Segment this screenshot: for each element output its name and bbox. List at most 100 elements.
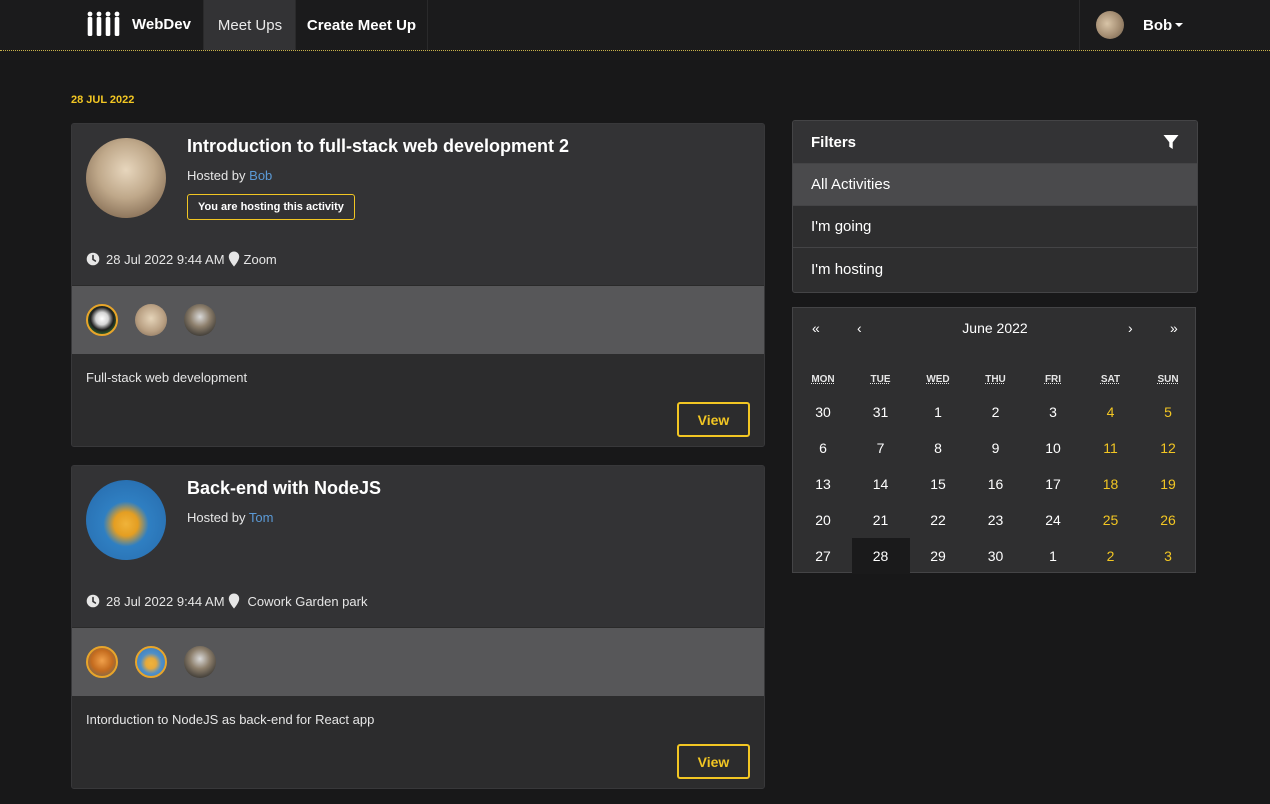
calendar-day[interactable]: 3	[1139, 538, 1197, 574]
filter-all-activities[interactable]: All Activities	[793, 164, 1197, 206]
clock-icon	[86, 594, 100, 608]
calendar-navigation: June 2022 « ‹ › »	[793, 320, 1197, 342]
calendar-day[interactable]: 20	[794, 502, 852, 538]
top-navbar: WebDev Meet Ups Create Meet Up Bob	[0, 0, 1270, 51]
calendar-day[interactable]: 2	[967, 394, 1025, 430]
calendar-day[interactable]: 7	[852, 430, 910, 466]
host-link[interactable]: Tom	[249, 510, 274, 525]
caret-down-icon	[1175, 23, 1184, 27]
calendar-day[interactable]: 3	[1024, 394, 1082, 430]
activity-datetime: 28 Jul 2022 9:44 AM	[106, 251, 225, 267]
calendar-day[interactable]: 17	[1024, 466, 1082, 502]
activity-meta: 28 Jul 2022 9:44 AM Zoom	[86, 251, 277, 267]
calendar-day[interactable]: 16	[967, 466, 1025, 502]
weekday-label: THU	[985, 374, 1006, 385]
avatar	[1096, 11, 1124, 39]
prev-month-button[interactable]: ‹	[857, 320, 862, 336]
filters-header: Filters	[793, 121, 1197, 164]
calendar-day[interactable]: 5	[1139, 394, 1197, 430]
clock-icon	[86, 252, 100, 266]
activity-card: Back-end with NodeJS Hosted by Tom 28 Ju…	[71, 465, 765, 789]
calendar-month-label[interactable]: June 2022	[793, 320, 1197, 336]
filter-im-going[interactable]: I'm going	[793, 206, 1197, 248]
calendar-day[interactable]: 1	[1024, 538, 1082, 574]
activity-datetime: 28 Jul 2022 9:44 AM	[106, 593, 225, 609]
calendar-day[interactable]: 14	[852, 466, 910, 502]
calendar-day[interactable]: 23	[967, 502, 1025, 538]
calendar-day[interactable]: 22	[909, 502, 967, 538]
calendar-day[interactable]: 1	[909, 394, 967, 430]
map-marker-icon	[228, 251, 239, 267]
attendee-avatar[interactable]	[135, 304, 167, 336]
calendar-day[interactable]: 21	[852, 502, 910, 538]
view-button[interactable]: View	[677, 744, 750, 779]
calendar-day[interactable]: 9	[967, 430, 1025, 466]
activity-venue: Zoom	[243, 251, 277, 267]
calendar-day[interactable]: 31	[852, 394, 910, 430]
calendar-day[interactable]: 10	[1024, 430, 1082, 466]
weekday-label: FRI	[1044, 374, 1062, 385]
activity-title[interactable]: Introduction to full-stack web developme…	[187, 136, 569, 157]
map-marker-icon	[228, 593, 239, 609]
calendar-day[interactable]: 27	[794, 538, 852, 574]
host-avatar	[86, 138, 166, 218]
weekday-label: TUE	[870, 374, 891, 385]
activity-description: Intorduction to NodeJS as back-end for R…	[86, 712, 375, 727]
hosted-by-label: Hosted by	[187, 168, 250, 183]
date-group-header: 28 JUL 2022	[71, 94, 135, 106]
filter-im-hosting[interactable]: I'm hosting	[793, 248, 1197, 290]
weekday-label: SUN	[1157, 374, 1179, 385]
calendar-day[interactable]: 18	[1082, 466, 1140, 502]
calendar-day[interactable]: 30	[794, 394, 852, 430]
attendee-avatar[interactable]	[86, 646, 118, 678]
calendar: June 2022 « ‹ › » MON TUE WED THU FRI SAT SUN 3…	[792, 307, 1197, 574]
activity-card: Introduction to full-stack web developme…	[71, 123, 765, 447]
nav-meetups[interactable]: Meet Ups	[203, 0, 296, 50]
calendar-day[interactable]: 26	[1139, 502, 1197, 538]
weekday-label: SAT	[1100, 374, 1121, 385]
hosted-by-label: Hosted by	[187, 510, 249, 525]
calendar-day[interactable]: 28	[851, 538, 910, 574]
attendee-avatar[interactable]	[135, 646, 167, 678]
next-month-button[interactable]: ›	[1128, 320, 1133, 336]
filters-title: Filters	[811, 133, 857, 151]
attendee-avatar[interactable]	[86, 304, 118, 336]
host-link[interactable]: Bob	[249, 168, 272, 183]
activity-venue: Cowork Garden park	[247, 593, 368, 609]
host-avatar	[86, 480, 166, 560]
activity-title[interactable]: Back-end with NodeJS	[187, 478, 381, 499]
user-menu[interactable]: Bob	[1079, 0, 1200, 50]
calendar-day[interactable]: 15	[909, 466, 967, 502]
calendar-day[interactable]: 4	[1082, 394, 1140, 430]
attendees-list	[72, 286, 764, 354]
calendar-day[interactable]: 29	[909, 538, 967, 574]
prev-year-button[interactable]: «	[812, 320, 820, 336]
calendar-day[interactable]: 11	[1082, 430, 1140, 466]
weekday-label: MON	[811, 374, 835, 385]
attendee-avatar[interactable]	[184, 646, 216, 678]
nav-create-meetup[interactable]: Create Meet Up	[295, 0, 428, 50]
user-name: Bob	[1143, 16, 1173, 34]
calendar-day[interactable]: 6	[794, 430, 852, 466]
calendar-day[interactable]: 8	[909, 430, 967, 466]
hosted-by: Hosted by Bob	[187, 168, 272, 183]
activity-description: Full-stack web development	[86, 370, 248, 385]
hosting-badge: You are hosting this activity	[187, 194, 355, 220]
calendar-day[interactable]: 30	[967, 538, 1025, 574]
view-button[interactable]: View	[677, 402, 750, 437]
next-year-button[interactable]: »	[1170, 320, 1178, 336]
activity-meta: 28 Jul 2022 9:44 AM Cowork Garden park	[86, 593, 367, 609]
calendar-day[interactable]: 13	[794, 466, 852, 502]
weekday-label: WED	[926, 374, 950, 385]
attendee-avatar[interactable]	[184, 304, 216, 336]
calendar-day[interactable]: 12	[1139, 430, 1197, 466]
attendees-list	[72, 628, 764, 696]
calendar-day[interactable]: 2	[1082, 538, 1140, 574]
brand-link[interactable]: WebDev	[86, 0, 204, 48]
filters-panel: Filters All Activities I'm going I'm hos…	[792, 120, 1198, 293]
group-logo-icon	[87, 11, 120, 36]
calendar-day[interactable]: 19	[1139, 466, 1197, 502]
calendar-day[interactable]: 25	[1082, 502, 1140, 538]
brand-name: WebDev	[132, 15, 191, 33]
calendar-day[interactable]: 24	[1024, 502, 1082, 538]
